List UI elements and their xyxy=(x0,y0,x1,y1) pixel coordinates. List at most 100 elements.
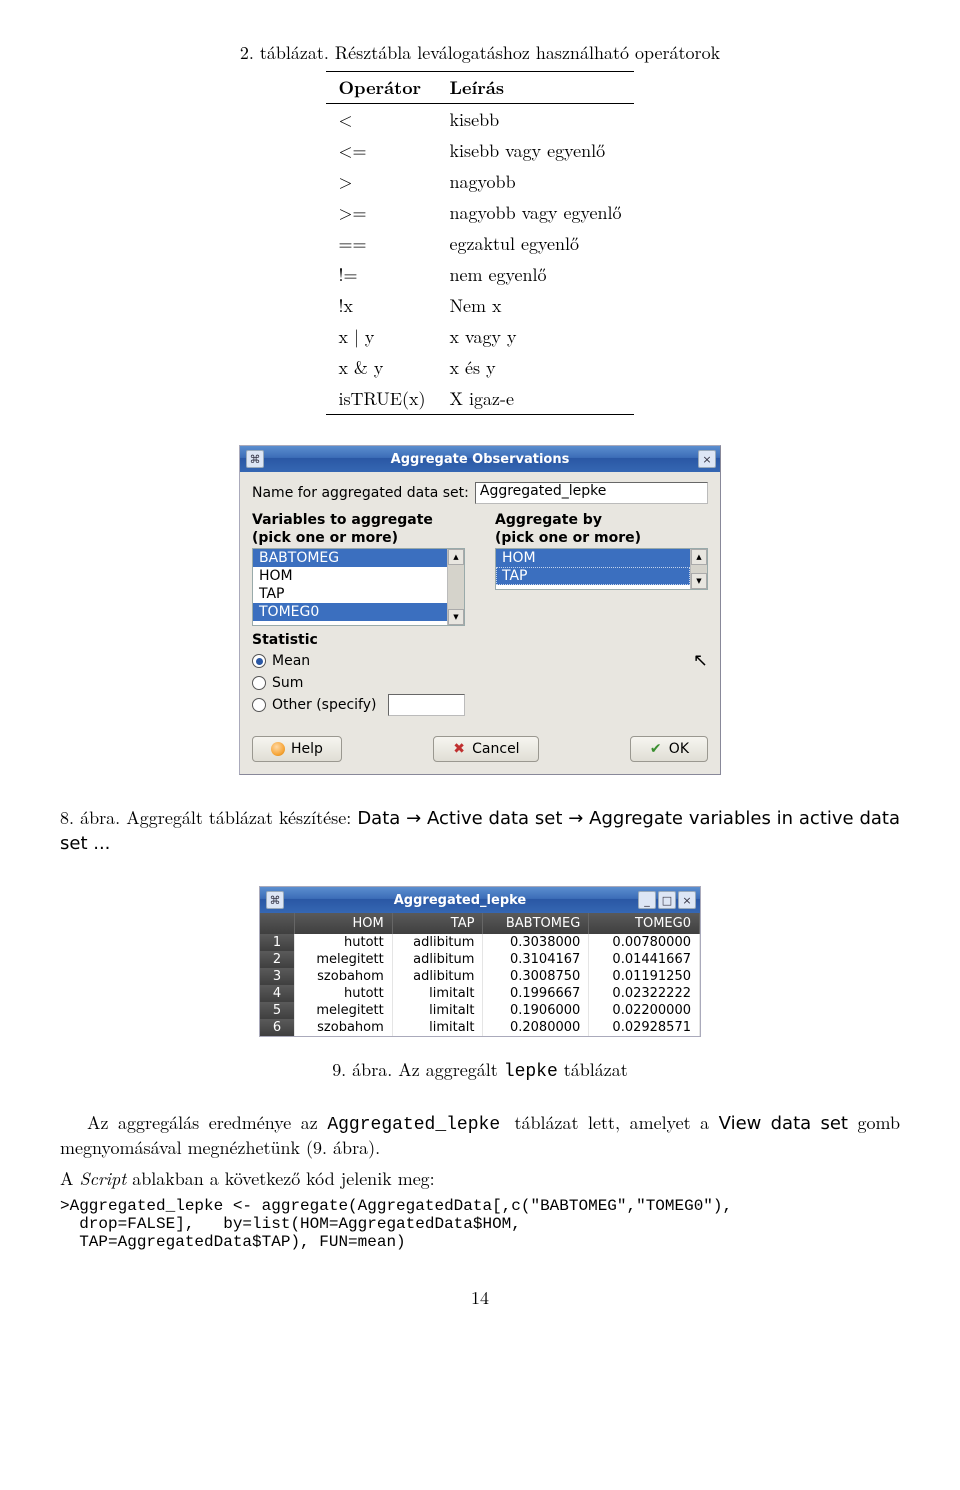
app-icon: ⌘ xyxy=(246,450,264,468)
list-item[interactable]: BABTOMEG xyxy=(253,549,447,567)
op-cell: !x xyxy=(326,290,437,321)
op-desc: Nem x xyxy=(438,290,634,321)
row-header[interactable]: 6 xyxy=(260,1019,295,1036)
op-desc: egzaktul egyenlő xyxy=(438,228,634,259)
cell: adlibitum xyxy=(392,934,483,951)
col-header[interactable]: HOM xyxy=(295,913,393,934)
cursor-icon: ↖ xyxy=(693,650,708,671)
app-icon: ⌘ xyxy=(266,891,284,909)
scrollbar[interactable]: ▲ ▼ xyxy=(690,549,707,589)
row-header[interactable]: 3 xyxy=(260,968,295,985)
op-desc: nem egyenlő xyxy=(438,259,634,290)
cell: szobahom xyxy=(295,968,393,985)
row-header[interactable]: 4 xyxy=(260,985,295,1002)
variables-listbox[interactable]: BABTOMEG HOM TAP TOMEG0 ▲ ▼ xyxy=(252,548,465,626)
dataset-name-label: Name for aggregated data set: xyxy=(252,485,469,501)
dataset-name-input[interactable]: Aggregated_lepke xyxy=(475,482,708,504)
op-cell: x & y xyxy=(326,352,437,383)
scroll-down-icon[interactable]: ▼ xyxy=(448,609,464,625)
list-item[interactable]: HOM xyxy=(496,549,690,567)
ok-button[interactable]: ✔OK xyxy=(630,736,708,762)
row-header[interactable]: 1 xyxy=(260,934,295,951)
radio-sum[interactable]: Sum xyxy=(252,672,465,694)
body-para-2: A Script ablakban a következő kód jeleni… xyxy=(60,1166,900,1191)
desc-header: Leírás xyxy=(438,72,634,104)
cell: 0.02200000 xyxy=(589,1002,700,1019)
close-icon[interactable]: × xyxy=(678,891,696,909)
scroll-down-icon[interactable]: ▼ xyxy=(691,573,707,589)
cell: 0.00780000 xyxy=(589,934,700,951)
fig8-caption: 8. ábra. Aggregált táblázat készítése: D… xyxy=(60,805,900,855)
vars-label1: Variables to aggregate xyxy=(252,512,465,528)
scroll-up-icon[interactable]: ▲ xyxy=(691,549,707,565)
fig9-caption: 9. ábra. Az aggregált lepke táblázat xyxy=(60,1057,900,1082)
op-cell: > xyxy=(326,166,437,197)
maximize-icon[interactable]: □ xyxy=(658,891,676,909)
op-cell: == xyxy=(326,228,437,259)
cell: 0.3104167 xyxy=(483,951,589,968)
scroll-up-icon[interactable]: ▲ xyxy=(448,549,464,565)
op-cell: <= xyxy=(326,135,437,166)
op-desc: kisebb xyxy=(438,104,634,136)
op-cell: < xyxy=(326,104,437,136)
list-item[interactable]: HOM xyxy=(253,567,447,585)
cell: adlibitum xyxy=(392,968,483,985)
cell: 0.3038000 xyxy=(483,934,589,951)
op-cell: != xyxy=(326,259,437,290)
op-desc: x és y xyxy=(438,352,634,383)
cell: limitalt xyxy=(392,1002,483,1019)
col-header[interactable] xyxy=(260,913,295,934)
cell: szobahom xyxy=(295,1019,393,1036)
aggby-label1: Aggregate by xyxy=(495,512,708,528)
cell: melegitett xyxy=(295,1002,393,1019)
dialog-title: Aggregate Observations xyxy=(264,452,696,467)
aggby-label2: (pick one or more) xyxy=(495,530,708,546)
op-header: Operátor xyxy=(326,72,437,104)
dialog-titlebar: ⌘ Aggregate Observations × xyxy=(240,446,720,472)
page-number: 14 xyxy=(60,1285,900,1310)
cancel-icon: ✖ xyxy=(452,742,466,756)
cell: hutott xyxy=(295,985,393,1002)
row-header[interactable]: 2 xyxy=(260,951,295,968)
radio-other[interactable]: Other (specify) xyxy=(252,694,465,716)
col-header[interactable]: TOMEG0 xyxy=(589,913,700,934)
scrollbar[interactable]: ▲ ▼ xyxy=(447,549,464,625)
list-item[interactable]: TAP xyxy=(253,585,447,603)
cell: limitalt xyxy=(392,985,483,1002)
radio-mean[interactable]: Mean xyxy=(252,650,465,672)
op-desc: x vagy y xyxy=(438,321,634,352)
help-button[interactable]: Help xyxy=(252,736,342,762)
table-caption: 2. táblázat. Résztábla leválogatáshoz ha… xyxy=(60,40,900,65)
op-cell: >= xyxy=(326,197,437,228)
cell: 0.02928571 xyxy=(589,1019,700,1036)
close-icon[interactable]: × xyxy=(698,450,716,468)
ok-icon: ✔ xyxy=(649,742,663,756)
aggregate-by-listbox[interactable]: HOM TAP ▲ ▼ xyxy=(495,548,708,590)
operator-table: Operátor Leírás <kisebb <=kisebb vagy eg… xyxy=(326,71,633,415)
list-item[interactable]: TAP xyxy=(496,567,690,585)
op-desc: nagyobb xyxy=(438,166,634,197)
datagrid: HOM TAP BABTOMEG TOMEG0 1hutottadlibitum… xyxy=(260,913,700,1036)
code-block: >Aggregated_lepke <- aggregate(Aggregate… xyxy=(60,1197,900,1251)
row-header[interactable]: 5 xyxy=(260,1002,295,1019)
cell: hutott xyxy=(295,934,393,951)
cell: 0.01441667 xyxy=(589,951,700,968)
cell: 0.02322222 xyxy=(589,985,700,1002)
col-header[interactable]: TAP xyxy=(392,913,483,934)
op-desc: kisebb vagy egyenlő xyxy=(438,135,634,166)
op-desc: X igaz-e xyxy=(438,383,634,415)
list-item[interactable]: TOMEG0 xyxy=(253,603,447,621)
col-header[interactable]: BABTOMEG xyxy=(483,913,589,934)
other-specify-input[interactable] xyxy=(388,694,465,716)
datagrid-titlebar: ⌘ Aggregated_lepke _ □ × xyxy=(260,887,700,913)
cell: melegitett xyxy=(295,951,393,968)
aggregate-dialog: ⌘ Aggregate Observations × Name for aggr… xyxy=(239,445,721,775)
cell: 0.1906000 xyxy=(483,1002,589,1019)
cancel-button[interactable]: ✖Cancel xyxy=(433,736,538,762)
op-cell: isTRUE(x) xyxy=(326,383,437,415)
op-cell: x | y xyxy=(326,321,437,352)
minimize-icon[interactable]: _ xyxy=(638,891,656,909)
cell: 0.3008750 xyxy=(483,968,589,985)
datagrid-window: ⌘ Aggregated_lepke _ □ × HOM TAP BABTOME… xyxy=(259,886,701,1037)
statistic-label: Statistic xyxy=(252,632,465,648)
